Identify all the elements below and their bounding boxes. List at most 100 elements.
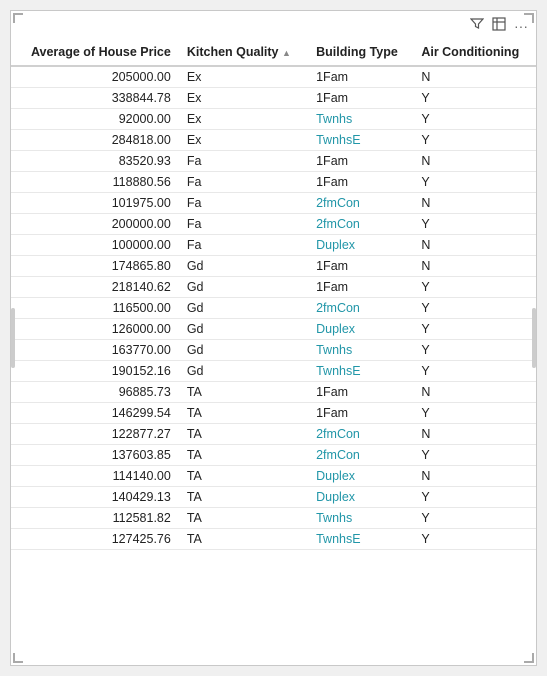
cell-air-conditioning: N xyxy=(413,193,536,214)
table-row: 146299.54TA1FamY xyxy=(11,403,536,424)
cell-kitchen-quality: Gd xyxy=(179,361,308,382)
cell-building-type: 1Fam xyxy=(308,88,413,109)
cell-avg-price: 101975.00 xyxy=(11,193,179,214)
cell-building-type: Duplex xyxy=(308,319,413,340)
cell-air-conditioning: Y xyxy=(413,487,536,508)
cell-avg-price: 174865.80 xyxy=(11,256,179,277)
cell-kitchen-quality: Fa xyxy=(179,193,308,214)
cell-building-type: 2fmCon xyxy=(308,445,413,466)
cell-kitchen-quality: TA xyxy=(179,403,308,424)
main-container: ··· Average of House Price Kitchen Quali… xyxy=(10,10,537,666)
cell-avg-price: 140429.13 xyxy=(11,487,179,508)
cell-avg-price: 146299.54 xyxy=(11,403,179,424)
table-row: 101975.00Fa2fmConN xyxy=(11,193,536,214)
cell-avg-price: 163770.00 xyxy=(11,340,179,361)
cell-air-conditioning: Y xyxy=(413,88,536,109)
table-row: 163770.00GdTwnhsY xyxy=(11,340,536,361)
cell-kitchen-quality: TA xyxy=(179,424,308,445)
table-row: 137603.85TA2fmConY xyxy=(11,445,536,466)
cell-air-conditioning: N xyxy=(413,151,536,172)
col-kitchen-quality[interactable]: Kitchen Quality ▲ xyxy=(179,39,308,66)
cell-building-type: 2fmCon xyxy=(308,298,413,319)
cell-avg-price: 137603.85 xyxy=(11,445,179,466)
cell-kitchen-quality: Gd xyxy=(179,298,308,319)
cell-avg-price: 205000.00 xyxy=(11,66,179,88)
cell-air-conditioning: Y xyxy=(413,277,536,298)
cell-air-conditioning: N xyxy=(413,382,536,403)
cell-air-conditioning: Y xyxy=(413,445,536,466)
table-row: 114140.00TADuplexN xyxy=(11,466,536,487)
cell-building-type: 1Fam xyxy=(308,277,413,298)
cell-kitchen-quality: Fa xyxy=(179,172,308,193)
scroll-right xyxy=(532,308,536,368)
cell-building-type: 1Fam xyxy=(308,151,413,172)
cell-air-conditioning: Y xyxy=(413,172,536,193)
table-row: 116500.00Gd2fmConY xyxy=(11,298,536,319)
cell-avg-price: 218140.62 xyxy=(11,277,179,298)
cell-air-conditioning: Y xyxy=(413,214,536,235)
table-row: 284818.00ExTwnhsEY xyxy=(11,130,536,151)
corner-tl xyxy=(13,13,23,23)
table-row: 118880.56Fa1FamY xyxy=(11,172,536,193)
cell-kitchen-quality: Gd xyxy=(179,319,308,340)
data-table: Average of House Price Kitchen Quality ▲… xyxy=(11,39,536,550)
table-row: 112581.82TATwnhsY xyxy=(11,508,536,529)
col-avg-price[interactable]: Average of House Price xyxy=(11,39,179,66)
table-body: 205000.00Ex1FamN338844.78Ex1FamY92000.00… xyxy=(11,66,536,550)
cell-kitchen-quality: TA xyxy=(179,382,308,403)
cell-kitchen-quality: TA xyxy=(179,487,308,508)
more-options-icon[interactable]: ··· xyxy=(514,18,528,34)
table-icon[interactable] xyxy=(492,17,506,34)
table-row: 338844.78Ex1FamY xyxy=(11,88,536,109)
cell-air-conditioning: N xyxy=(413,66,536,88)
cell-avg-price: 96885.73 xyxy=(11,382,179,403)
cell-building-type: Twnhs xyxy=(308,340,413,361)
cell-air-conditioning: Y xyxy=(413,130,536,151)
corner-br xyxy=(524,653,534,663)
col-air-conditioning[interactable]: Air Conditioning xyxy=(413,39,536,66)
cell-kitchen-quality: Ex xyxy=(179,109,308,130)
table-row: 92000.00ExTwnhsY xyxy=(11,109,536,130)
filter-icon[interactable] xyxy=(470,17,484,34)
toolbar: ··· xyxy=(470,17,528,34)
cell-air-conditioning: Y xyxy=(413,319,536,340)
cell-avg-price: 114140.00 xyxy=(11,466,179,487)
cell-kitchen-quality: Fa xyxy=(179,214,308,235)
cell-air-conditioning: N xyxy=(413,466,536,487)
table-header: Average of House Price Kitchen Quality ▲… xyxy=(11,39,536,66)
cell-avg-price: 116500.00 xyxy=(11,298,179,319)
cell-avg-price: 190152.16 xyxy=(11,361,179,382)
cell-building-type: TwnhsE xyxy=(308,529,413,550)
cell-avg-price: 83520.93 xyxy=(11,151,179,172)
cell-building-type: 2fmCon xyxy=(308,424,413,445)
cell-avg-price: 200000.00 xyxy=(11,214,179,235)
table-row: 190152.16GdTwnhsEY xyxy=(11,361,536,382)
cell-air-conditioning: Y xyxy=(413,403,536,424)
cell-building-type: 1Fam xyxy=(308,382,413,403)
cell-building-type: Twnhs xyxy=(308,109,413,130)
col-building-type[interactable]: Building Type xyxy=(308,39,413,66)
cell-avg-price: 118880.56 xyxy=(11,172,179,193)
cell-avg-price: 100000.00 xyxy=(11,235,179,256)
table-row: 127425.76TATwnhsEY xyxy=(11,529,536,550)
cell-avg-price: 126000.00 xyxy=(11,319,179,340)
cell-kitchen-quality: Ex xyxy=(179,88,308,109)
cell-air-conditioning: Y xyxy=(413,298,536,319)
cell-air-conditioning: Y xyxy=(413,340,536,361)
cell-kitchen-quality: Gd xyxy=(179,256,308,277)
table-row: 122877.27TA2fmConN xyxy=(11,424,536,445)
table-row: 140429.13TADuplexY xyxy=(11,487,536,508)
table-row: 126000.00GdDuplexY xyxy=(11,319,536,340)
table-row: 83520.93Fa1FamN xyxy=(11,151,536,172)
cell-building-type: 1Fam xyxy=(308,172,413,193)
table-row: 205000.00Ex1FamN xyxy=(11,66,536,88)
cell-avg-price: 92000.00 xyxy=(11,109,179,130)
cell-building-type: 2fmCon xyxy=(308,193,413,214)
cell-building-type: TwnhsE xyxy=(308,361,413,382)
table-row: 200000.00Fa2fmConY xyxy=(11,214,536,235)
cell-kitchen-quality: Fa xyxy=(179,151,308,172)
cell-building-type: Duplex xyxy=(308,466,413,487)
cell-kitchen-quality: TA xyxy=(179,508,308,529)
cell-air-conditioning: N xyxy=(413,424,536,445)
cell-kitchen-quality: TA xyxy=(179,529,308,550)
